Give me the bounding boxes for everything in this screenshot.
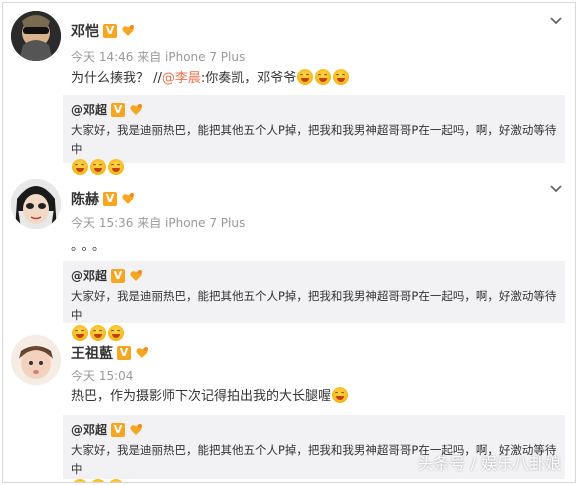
quoted-text: 大家好，我是迪丽热巴，能把其他五个人P掉，把我和我男神超哥哥P在一起吗，啊，好激… xyxy=(71,289,557,322)
laughing-emoji-icon xyxy=(315,68,332,85)
vip-heart-icon xyxy=(122,193,134,204)
vip-heart-icon xyxy=(136,347,148,358)
mention-link[interactable]: @李晨 xyxy=(162,67,201,86)
post-meta: 今天 14:46 来自 iPhone 7 Plus xyxy=(71,50,246,64)
post-meta: 今天 15:36 来自 iPhone 7 Plus xyxy=(71,216,246,230)
laughing-emoji-icon xyxy=(90,479,106,482)
post-content: 热巴，作为摄影师下次记得拍出我的大长腿喔 xyxy=(71,385,349,404)
quoted-text-block: 大家好，我是迪丽热巴，能把其他五个人P掉，把我和我男神超哥哥P在一起吗，啊，好激… xyxy=(71,121,557,175)
post-meta: 今天 15:04 xyxy=(71,369,134,383)
vip-heart-icon xyxy=(122,25,134,36)
verified-badge-icon: V xyxy=(111,268,126,283)
verified-badge-icon: V xyxy=(111,422,126,437)
verified-badge-icon: V xyxy=(103,192,117,206)
quoted-text: 大家好，我是迪丽热巴，能把其他五个人P掉，把我和我男神超哥哥P在一起吗，啊，好激… xyxy=(71,123,557,156)
quoted-username[interactable]: @邓超 xyxy=(71,101,107,118)
post-header: 陈赫 V xyxy=(71,189,135,209)
comment-post: 陈赫 V 今天 15:36 来自 iPhone 7 Plus 。。。 @邓超 V xyxy=(3,171,575,341)
vip-heart-icon xyxy=(130,269,143,281)
post-content: 。。。 xyxy=(71,235,109,254)
chevron-down-icon[interactable] xyxy=(549,16,563,26)
post-header: 邓恺 V xyxy=(71,21,135,41)
laughing-emoji-icon xyxy=(297,68,314,85)
vip-heart-icon xyxy=(130,103,143,115)
laughing-emoji-icon xyxy=(333,68,350,85)
content-text: 为什么揍我？ // xyxy=(71,71,162,86)
quoted-header: @邓超 V xyxy=(71,267,557,284)
avatar[interactable] xyxy=(11,335,61,385)
quoted-username[interactable]: @邓超 xyxy=(71,267,107,284)
avatar[interactable] xyxy=(11,11,61,61)
post-content: 为什么揍我？ // @李晨 :你奏凯，邓爷爷 xyxy=(71,67,350,86)
quoted-header: @邓超 V xyxy=(71,101,557,118)
content-text: 热巴，作为摄影师下次记得拍出我的大长腿喔 xyxy=(71,389,332,404)
quoted-username[interactable]: @邓超 xyxy=(71,421,107,438)
weibo-comment-feed: 邓恺 V 今天 14:46 来自 iPhone 7 Plus 为什么揍我？ //… xyxy=(2,2,576,483)
content-text-after: :你奏凯，邓爷爷 xyxy=(200,71,297,86)
watermark-text: 头条号 / 娱乐八卦娘 xyxy=(417,454,561,473)
vip-heart-icon xyxy=(130,423,143,435)
comment-post: 王祖藍 V 今天 15:04 热巴，作为摄影师下次记得拍出我的大长腿喔 @邓超 … xyxy=(3,327,575,482)
username[interactable]: 王祖藍 xyxy=(71,343,113,363)
chevron-down-icon[interactable] xyxy=(549,184,563,194)
comment-post: 邓恺 V 今天 14:46 来自 iPhone 7 Plus 为什么揍我？ //… xyxy=(3,3,575,175)
quoted-post[interactable]: @邓超 V 大家好，我是迪丽热巴，能把其他五个人P掉，把我和我男神超哥哥P在一起… xyxy=(63,261,565,341)
blushing-emoji-icon xyxy=(332,386,349,403)
username[interactable]: 陈赫 xyxy=(71,189,99,209)
avatar-image xyxy=(11,179,61,229)
verified-badge-icon: V xyxy=(111,102,126,117)
content-text: 。。。 xyxy=(71,239,110,254)
avatar-image xyxy=(11,11,61,61)
laughing-emoji-icon xyxy=(72,479,88,482)
verified-badge-icon: V xyxy=(117,346,131,360)
avatar-image xyxy=(11,335,61,385)
avatar[interactable] xyxy=(11,179,61,229)
laughing-emoji-icon xyxy=(108,479,124,482)
username[interactable]: 邓恺 xyxy=(71,21,99,41)
quoted-header: @邓超 V xyxy=(71,421,557,438)
verified-badge-icon: V xyxy=(103,24,117,38)
post-header: 王祖藍 V xyxy=(71,343,149,363)
quoted-post[interactable]: @邓超 V 大家好，我是迪丽热巴，能把其他五个人P掉，把我和我男神超哥哥P在一起… xyxy=(63,95,565,175)
